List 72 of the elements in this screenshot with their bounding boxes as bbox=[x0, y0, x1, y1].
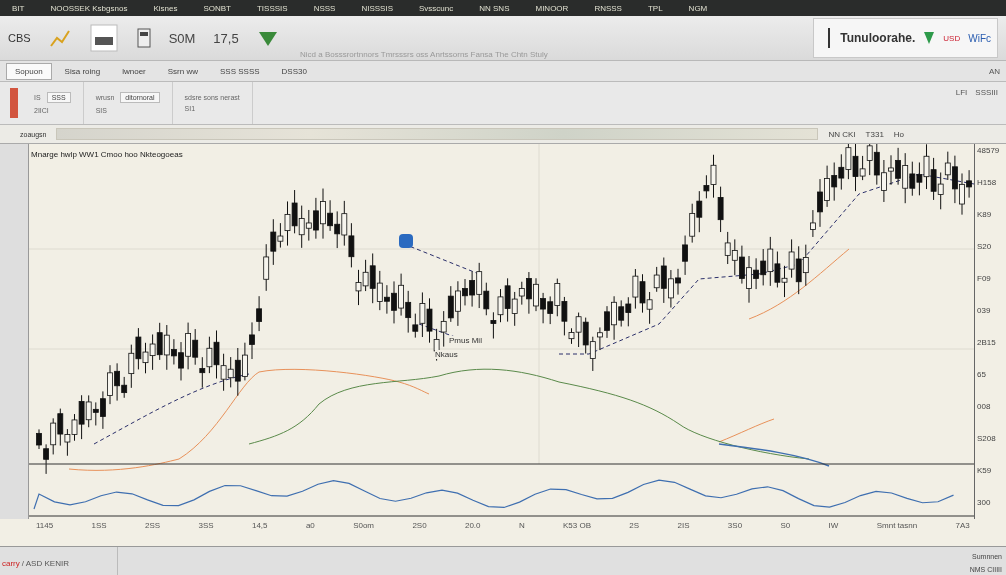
status-brand: carry bbox=[1, 558, 21, 570]
overview-scrollbar[interactable] bbox=[56, 128, 819, 140]
axis-label: Smnt tasnn bbox=[876, 521, 918, 530]
overview-stat: Ho bbox=[893, 129, 905, 139]
panel-label: SSSIII bbox=[975, 88, 998, 97]
axis-label: K59 bbox=[977, 466, 993, 475]
axis-label: IW bbox=[828, 521, 839, 530]
status-text: / ASD KENIR bbox=[21, 547, 118, 575]
axis-label: 2S bbox=[629, 521, 640, 530]
marker-icon[interactable] bbox=[399, 234, 414, 248]
axis-label: 2SS bbox=[145, 521, 161, 530]
tab[interactable]: lwnoer bbox=[113, 62, 155, 80]
axis-label: 2IS bbox=[677, 521, 690, 530]
ticker-item: SONBT bbox=[203, 3, 231, 13]
axis-label: H158 bbox=[977, 178, 998, 187]
axis-label: S20 bbox=[977, 242, 993, 251]
ticker-item: Kisnes bbox=[153, 3, 178, 13]
account-suffix: WiFc bbox=[968, 32, 991, 44]
axis-label: S0om bbox=[353, 521, 375, 530]
document-icon[interactable] bbox=[88, 23, 119, 53]
ticker-item: BIT bbox=[12, 3, 25, 13]
axis-label: 7A3 bbox=[955, 521, 970, 530]
ticker-item: NSSS bbox=[313, 3, 336, 13]
axis-label: 300 bbox=[977, 498, 992, 507]
toolbar-item[interactable]: 17,5 bbox=[213, 30, 239, 46]
axis-label: 1SS bbox=[91, 521, 107, 530]
tab[interactable]: Ssrn ww bbox=[158, 62, 207, 80]
axis-label: 2S0 bbox=[412, 521, 427, 530]
chart-annotation: Nkaus bbox=[435, 350, 458, 359]
axis-label: a0 bbox=[305, 521, 315, 530]
tab-bar-label: AN bbox=[988, 66, 1000, 76]
currency-label: USD bbox=[943, 33, 961, 43]
axis-label: 1145 bbox=[36, 521, 54, 530]
ticker-item: RNSSS bbox=[594, 3, 622, 13]
overview-stat: NN CKI bbox=[828, 129, 856, 139]
axis-label: S0 bbox=[780, 521, 791, 530]
account-box[interactable]: Tunuloorahe. USD WiFc bbox=[813, 18, 998, 58]
axis-label: 20.0 bbox=[464, 521, 481, 530]
ticker-item: NN SNS bbox=[479, 3, 510, 13]
ticker-item: NISSSIS bbox=[361, 3, 393, 13]
chart-annotation: Pmus Mil bbox=[449, 336, 482, 345]
brand-label: CBS bbox=[8, 32, 31, 44]
axis-label: 3SS bbox=[198, 521, 214, 530]
tab[interactable]: DSS30 bbox=[272, 62, 316, 80]
axis-label: 3S0 bbox=[727, 521, 743, 530]
tab[interactable]: SSS SSSS bbox=[211, 62, 269, 80]
axis-label: K89 bbox=[977, 210, 993, 219]
axis-label: N bbox=[518, 521, 525, 530]
chart-title: Mnarge hwlp WW1 Cmoo hoo Nkteogoeas bbox=[31, 150, 183, 159]
panel-label: LFI bbox=[955, 88, 968, 97]
axis-label: K53 OB bbox=[563, 521, 591, 530]
ticker-item: NGM bbox=[688, 3, 708, 13]
ticker-item: MINOOR bbox=[535, 3, 569, 13]
axis-label: S208 bbox=[977, 434, 997, 443]
axis-label: 48579 bbox=[977, 146, 1001, 155]
calculator-icon[interactable] bbox=[136, 28, 151, 48]
status-marker bbox=[10, 88, 18, 118]
ticker-item: TISSSIS bbox=[256, 3, 288, 13]
axis-label: F09 bbox=[977, 274, 992, 283]
axis-label: 039 bbox=[977, 306, 992, 315]
axis-label: 008 bbox=[977, 402, 992, 411]
toolbar-item[interactable]: S0M bbox=[168, 30, 196, 46]
axis-label: 2B15 bbox=[977, 338, 997, 347]
account-name: Tunuloorahe. bbox=[840, 31, 916, 45]
axis-label: 14,5 bbox=[251, 521, 268, 530]
overview-stat: T331 bbox=[865, 129, 884, 139]
axis-label: 65 bbox=[977, 370, 987, 379]
tab[interactable]: Sopuon bbox=[6, 62, 52, 80]
ticker-item: NOOSSEK Ksbgsnos bbox=[50, 3, 128, 13]
tab[interactable]: Sisa roing bbox=[55, 62, 110, 80]
ticker-item: Svsscunc bbox=[419, 3, 454, 13]
ticker-item: TPL bbox=[647, 3, 663, 13]
